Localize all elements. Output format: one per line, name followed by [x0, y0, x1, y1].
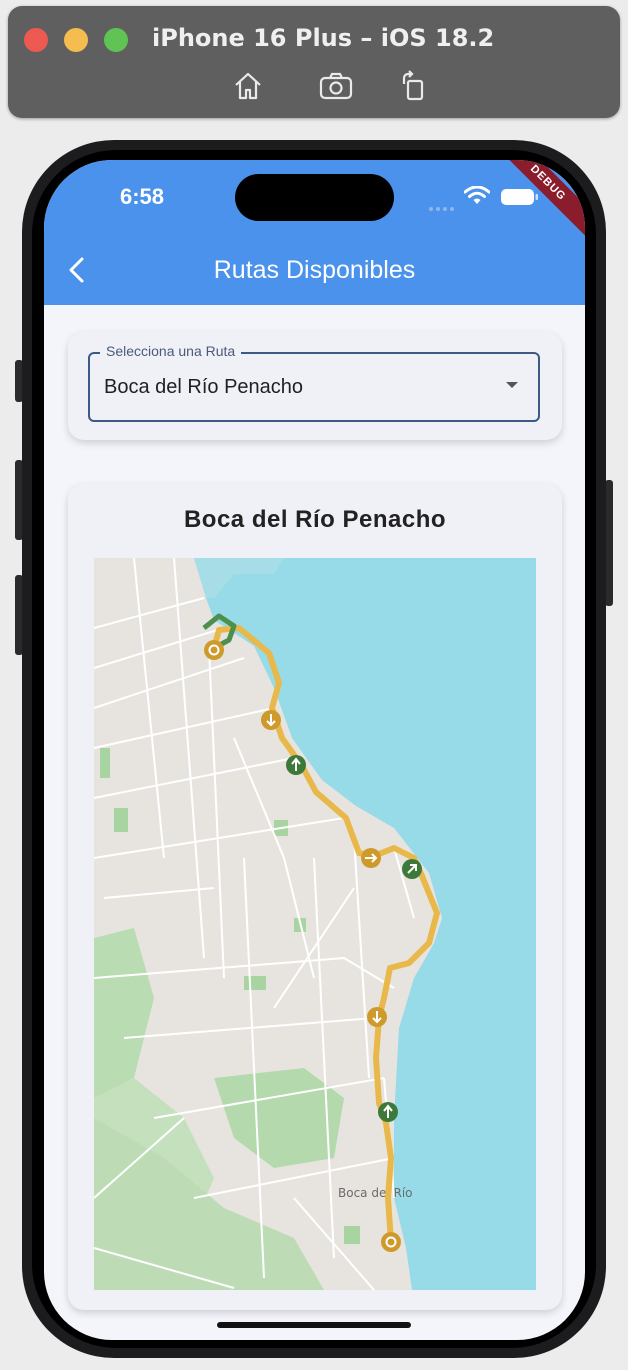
screenshot-icon[interactable]	[316, 66, 356, 106]
close-window-button[interactable]	[24, 28, 48, 52]
turn-marker	[361, 848, 381, 868]
rotate-icon[interactable]	[394, 66, 434, 106]
power-button	[605, 480, 613, 606]
phone-screen: 6:58 DEBUG Rutas Disponibles Selecciona …	[44, 160, 585, 1340]
route-dropdown-label: Selecciona una Ruta	[100, 343, 242, 359]
zoom-window-button[interactable]	[104, 28, 128, 52]
page-title: Rutas Disponibles	[213, 256, 416, 284]
home-icon[interactable]	[228, 66, 268, 106]
route-dropdown[interactable]: Selecciona una Ruta Boca del Río Penacho	[88, 343, 540, 422]
route-title: Boca del Río Penacho	[183, 506, 447, 533]
simulator-title: iPhone 16 Plus – iOS 18.2	[152, 24, 495, 52]
status-time: 6:58	[120, 184, 165, 209]
app-bar: 6:58 DEBUG Rutas Disponibles	[44, 160, 585, 305]
minimize-window-button[interactable]	[64, 28, 88, 52]
battery-icon	[500, 187, 540, 212]
route-map[interactable]: Boca del Río	[93, 557, 536, 1291]
home-indicator[interactable]	[217, 1322, 411, 1328]
route-start-marker	[204, 640, 224, 660]
dynamic-island	[235, 174, 394, 221]
turn-marker	[402, 859, 422, 879]
dropdown-arrow-icon	[506, 382, 518, 388]
simulator-toolbar: iPhone 16 Plus – iOS 18.2	[8, 6, 620, 118]
turn-marker	[367, 1007, 387, 1027]
turn-marker	[261, 710, 281, 730]
route-card: Boca del Río Penacho Boca del Río	[68, 484, 562, 1310]
route-selector-card: Selecciona una Ruta Boca del Río Penacho	[68, 332, 562, 440]
route-dropdown-value: Boca del Río Penacho	[104, 376, 304, 398]
map-place-label: Boca del Río	[338, 1186, 413, 1200]
turn-marker	[378, 1102, 398, 1122]
signal-icon	[428, 200, 456, 218]
wifi-icon	[463, 185, 491, 211]
route-end-marker	[381, 1232, 401, 1252]
turn-marker	[286, 755, 306, 775]
